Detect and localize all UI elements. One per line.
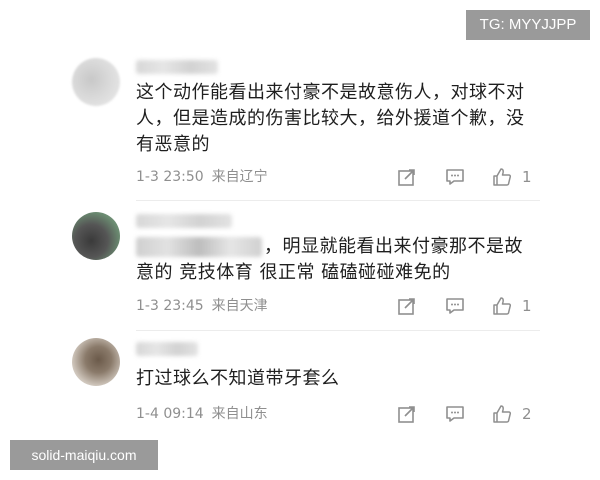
avatar[interactable]: [72, 338, 120, 386]
username-blurred: [136, 60, 218, 74]
thumbs-up-icon: [493, 405, 512, 423]
comment-time: 1-3 23:50: [136, 169, 204, 185]
comment-time: 1-3 23:45: [136, 298, 204, 314]
share-button[interactable]: [397, 295, 417, 317]
comment-icon: [446, 169, 464, 185]
like-count: 1: [522, 168, 532, 186]
comment-meta: 1-3 23:50 来自辽宁: [136, 167, 268, 187]
comment-location: 来自天津: [211, 298, 268, 314]
comment-button[interactable]: [445, 166, 465, 188]
avatar[interactable]: [72, 58, 120, 106]
thumbs-up-icon: [493, 168, 512, 186]
like-count: 1: [522, 297, 532, 315]
comment-location: 来自辽宁: [211, 169, 268, 185]
like-button[interactable]: 2: [492, 403, 532, 425]
share-icon: [398, 169, 415, 186]
watermark-site: solid-maiqiu.com: [10, 440, 158, 470]
comment-time: 1-4 09:14: [136, 406, 204, 422]
comment-location: 来自山东: [211, 406, 268, 422]
share-button[interactable]: [397, 166, 417, 188]
thumbs-up-icon: [493, 297, 512, 315]
share-icon: [398, 298, 415, 315]
comment-button[interactable]: [445, 295, 465, 317]
comment-text: ，明显就能看出来付豪那不是故意的 竞技体育 很正常 磕磕碰碰难免的: [136, 234, 536, 286]
comment-meta: 1-4 09:14 来自山东: [136, 404, 268, 424]
comment-text: 打过球么不知道带牙套么: [136, 368, 340, 389]
divider: [136, 200, 540, 201]
divider: [136, 330, 540, 331]
like-button[interactable]: 1: [492, 295, 532, 317]
comment-icon: [446, 298, 464, 314]
comment-icon: [446, 406, 464, 422]
comment-button[interactable]: [445, 403, 465, 425]
username-blurred: [136, 342, 198, 356]
comment-text: 这个动作能看出来付豪不是故意伤人，对球不对人，但是造成的伤害比较大，给外援道个歉…: [136, 82, 525, 155]
watermark-telegram: TG: MYYJJPP: [466, 10, 590, 40]
avatar[interactable]: [72, 212, 120, 260]
share-button[interactable]: [397, 403, 417, 425]
username-mention-blurred: [136, 237, 262, 257]
username-blurred: [136, 214, 232, 228]
like-button[interactable]: 1: [492, 166, 532, 188]
share-icon: [398, 406, 415, 423]
like-count: 2: [522, 405, 532, 423]
comment-meta: 1-3 23:45 来自天津: [136, 296, 268, 316]
